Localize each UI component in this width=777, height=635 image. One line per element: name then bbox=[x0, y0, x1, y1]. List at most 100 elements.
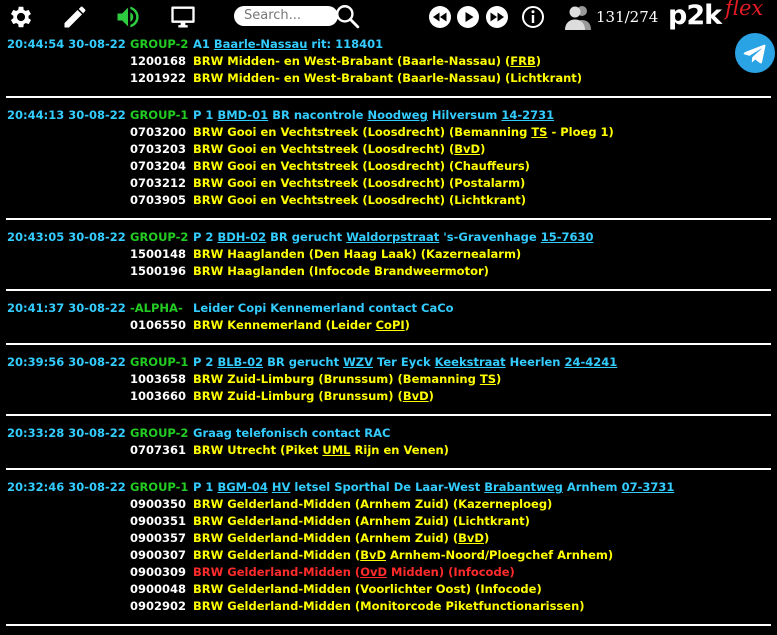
capcode-row: 1003658 BRW Zuid-Limburg (Brunssum) (Bema… bbox=[0, 371, 777, 388]
abbreviation-link[interactable]: OvD bbox=[360, 565, 387, 579]
message-text: Leider Copi Kennemerland contact CaCo bbox=[193, 300, 454, 317]
description-part: BRW Gooi en Vechtstreek (Loosdrecht) (Be… bbox=[193, 125, 532, 139]
message-separator bbox=[6, 468, 771, 470]
play-icon[interactable] bbox=[456, 5, 480, 29]
message-text-part: BR gerucht bbox=[263, 355, 344, 369]
description-part: BRW Midden- en West-Brabant (Baarle-Nass… bbox=[193, 54, 511, 68]
message-text-part: Heerlen bbox=[505, 355, 565, 369]
capcode: 0703200 bbox=[130, 125, 187, 139]
abbreviation-link[interactable]: TS bbox=[480, 372, 496, 386]
capcode-description: BRW Gelderland-Midden (BvD Arnhem-Noord/… bbox=[193, 547, 613, 564]
description-part: BRW Gooi en Vechtstreek (Loosdrecht) (Po… bbox=[193, 176, 526, 190]
capcode: 0900351 bbox=[130, 514, 187, 528]
message-link[interactable]: WZV bbox=[343, 355, 373, 369]
capcode: 0106550 bbox=[130, 318, 187, 332]
message-link[interactable]: BDH-02 bbox=[217, 230, 266, 244]
capcode-row: 1003660 BRW Zuid-Limburg (Brunssum) (BvD) bbox=[0, 388, 777, 405]
message-separator bbox=[6, 624, 771, 626]
description-part: BRW Haaglanden (Infocode Brandweermotor) bbox=[193, 264, 489, 278]
description-part: BRW Utrecht (Piket bbox=[193, 443, 323, 457]
message-text: P 1 BMD-01 BR nacontrole Noodweg Hilvers… bbox=[193, 107, 554, 124]
message-link[interactable]: Brabantweg bbox=[484, 480, 563, 494]
abbreviation-link[interactable]: BvD bbox=[403, 389, 429, 403]
message-link[interactable]: Keekstraat bbox=[435, 355, 506, 369]
abbreviation-link[interactable]: CoPI bbox=[376, 318, 405, 332]
capcode: 0703212 bbox=[130, 176, 187, 190]
message-header: 20:44:54 30-08-22 GROUP-2 A1 Baarle-Nassau… bbox=[0, 36, 777, 53]
description-part: BRW Gooi en Vechtstreek (Loosdrecht) (Li… bbox=[193, 193, 527, 207]
capcode: 0703203 bbox=[130, 142, 187, 156]
message-link[interactable]: BGM-04 bbox=[217, 480, 267, 494]
capcode-row: 0900350 BRW Gelderland-Midden (Arnhem Zui… bbox=[0, 496, 777, 513]
fast-forward-icon[interactable] bbox=[485, 5, 509, 29]
message-link[interactable]: 15-7630 bbox=[541, 230, 594, 244]
pencil-icon[interactable] bbox=[61, 3, 89, 31]
description-part: BRW Gelderland-Midden ( bbox=[193, 548, 361, 562]
capcode-description: BRW Zuid-Limburg (Brunssum) (BvD) bbox=[193, 388, 434, 405]
message-time: 20:32:46 30-08-22 bbox=[7, 480, 126, 494]
capcode-description: BRW Gelderland-Midden (Voorlichter Oost)… bbox=[193, 581, 542, 598]
capcode-row: 0900307 BRW Gelderland-Midden (BvD Arnhem… bbox=[0, 547, 777, 564]
message-item: 20:44:54 30-08-22 GROUP-2 A1 Baarle-Nassau… bbox=[0, 36, 777, 87]
message-group: -ALPHA- bbox=[130, 301, 183, 315]
message-text: P 2 BDH-02 BR gerucht Waldorpstraat 's-G… bbox=[193, 229, 594, 246]
message-link[interactable]: Baarle-Nassau bbox=[214, 37, 308, 51]
capcode: 1200168 bbox=[130, 54, 187, 68]
monitor-icon[interactable] bbox=[169, 3, 197, 31]
message-text-part: 's-Gravenhage bbox=[439, 230, 541, 244]
description-part: BRW Gelderland-Midden (Arnhem Zuid) (Lic… bbox=[193, 514, 530, 528]
message-link[interactable]: Waldorpstraat bbox=[346, 230, 439, 244]
abbreviation-link[interactable]: BvD bbox=[360, 548, 386, 562]
description-part: BRW Gelderland-Midden (Voorlichter Oost)… bbox=[193, 582, 542, 596]
message-item: 20:39:56 30-08-22 GROUP-1 P 2 BLB-02 BR ge… bbox=[0, 354, 777, 405]
search-icon[interactable] bbox=[334, 3, 360, 29]
gear-icon[interactable] bbox=[7, 3, 35, 31]
description-part: Rijn en Venen) bbox=[350, 443, 449, 457]
online-counter: 131/274 bbox=[596, 8, 659, 26]
message-separator bbox=[6, 414, 771, 416]
message-header: 20:43:05 30-08-22 GROUP-2 P 2 BDH-02 BR ge… bbox=[0, 229, 777, 246]
message-link[interactable]: BMD-01 bbox=[217, 108, 268, 122]
message-link[interactable]: 14-2731 bbox=[501, 108, 554, 122]
description-part: BRW Gooi en Vechtstreek (Loosdrecht) (Ch… bbox=[193, 159, 530, 173]
toolbar: 131/274 p2k flex bbox=[0, 0, 777, 34]
description-part: ) bbox=[535, 54, 541, 68]
description-part: BRW Zuid-Limburg (Brunssum) ( bbox=[193, 389, 403, 403]
message-link[interactable]: 24-4241 bbox=[565, 355, 618, 369]
message-link[interactable]: HV bbox=[272, 480, 291, 494]
message-text-part: rit: 118401 bbox=[307, 37, 384, 51]
abbreviation-link[interactable]: FRB bbox=[510, 54, 535, 68]
message-text-part: Arnhem bbox=[562, 480, 622, 494]
message-group: GROUP-2 bbox=[130, 230, 189, 244]
message-item: 20:43:05 30-08-22 GROUP-2 P 2 BDH-02 BR ge… bbox=[0, 229, 777, 280]
message-text: P 1 BGM-04 HV letsel Sporthal De Laar-We… bbox=[193, 479, 674, 496]
abbreviation-link[interactable]: TS bbox=[531, 125, 547, 139]
capcode-row: 0900309 BRW Gelderland-Midden (OvD Midden… bbox=[0, 564, 777, 581]
abbreviation-link[interactable]: UML bbox=[322, 443, 350, 457]
message-link[interactable]: Noodweg bbox=[367, 108, 427, 122]
capcode-description: BRW Midden- en West-Brabant (Baarle-Nass… bbox=[193, 53, 541, 70]
capcode-row: 0703200 BRW Gooi en Vechtstreek (Loosdrec… bbox=[0, 124, 777, 141]
message-text-part: BR nacontrole bbox=[268, 108, 368, 122]
capcode: 0900357 bbox=[130, 531, 187, 545]
message-link[interactable]: 07-3731 bbox=[622, 480, 675, 494]
message-list: 20:44:54 30-08-22 GROUP-2 A1 Baarle-Nassau… bbox=[0, 36, 777, 635]
message-text-part: Leider Copi Kennemerland contact CaCo bbox=[193, 301, 454, 315]
capcode-row: 0900357 BRW Gelderland-Midden (Arnhem Zui… bbox=[0, 530, 777, 547]
search-input[interactable] bbox=[234, 5, 338, 26]
message-time: 20:44:54 30-08-22 bbox=[7, 37, 126, 51]
abbreviation-link[interactable]: BvD bbox=[454, 142, 480, 156]
capcode-row: 0703212 BRW Gooi en Vechtstreek (Loosdrec… bbox=[0, 175, 777, 192]
rewind-icon[interactable] bbox=[428, 5, 452, 29]
capcode-row: 0106550 BRW Kennemerland (Leider CoPI) bbox=[0, 317, 777, 334]
capcode-row: 1500148 BRW Haaglanden (Den Haag Laak) (K… bbox=[0, 246, 777, 263]
logo-accent-text: flex bbox=[725, 0, 764, 20]
abbreviation-link[interactable]: BvD bbox=[458, 531, 484, 545]
message-link[interactable]: BLB-02 bbox=[217, 355, 263, 369]
speaker-icon[interactable] bbox=[114, 3, 142, 31]
info-icon[interactable] bbox=[521, 5, 545, 29]
description-part: BRW Gooi en Vechtstreek (Loosdrecht) ( bbox=[193, 142, 455, 156]
message-text-part: P 1 bbox=[193, 480, 218, 494]
description-part: BRW Haaglanden (Den Haag Laak) (Kazernea… bbox=[193, 247, 522, 261]
description-part: BRW Gelderland-Midden (Arnhem Zuid) ( bbox=[193, 531, 459, 545]
